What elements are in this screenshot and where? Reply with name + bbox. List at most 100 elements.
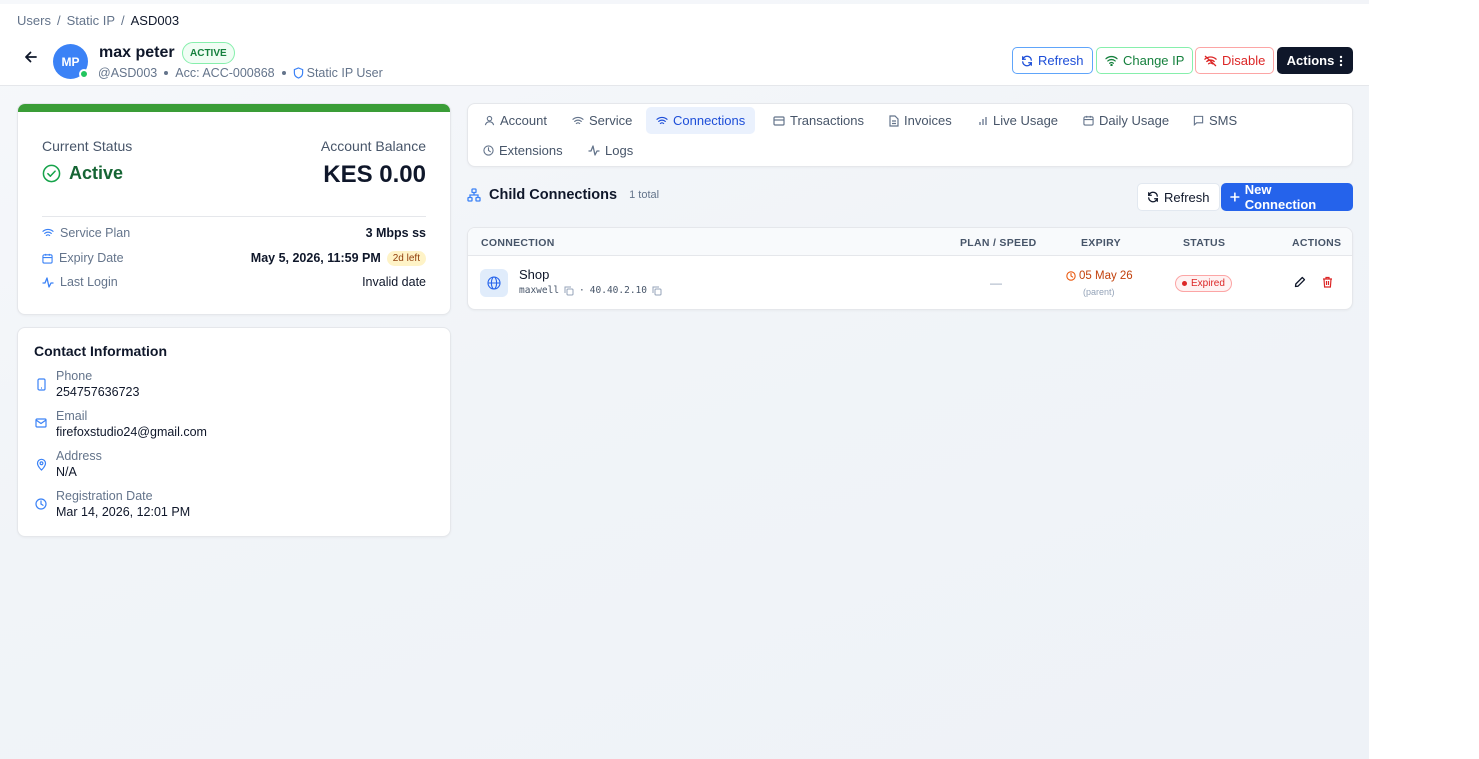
user-handle: @ASD003 [98,66,158,80]
calendar-icon [1083,115,1094,126]
connection-details: maxwell · 40.40.2.10 [519,285,662,296]
service-plan-value: 3 Mbps ss [365,226,426,240]
registration-value: Mar 14, 2026, 12:01 PM [56,505,191,519]
clock-icon [483,145,494,156]
contact-card: Contact Information Phone 254757636723 E… [17,327,451,537]
edit-icon[interactable] [1294,276,1306,288]
connections-refresh-button[interactable]: Refresh [1137,183,1220,211]
tab-connections[interactable]: Connections [646,107,756,134]
detail-separator: · [579,285,585,296]
avatar: MP [53,44,89,79]
column-connection: CONNECTION [481,237,555,249]
days-left-badge: 2d left [386,250,426,266]
actions-label: Actions [1286,53,1335,68]
column-status: STATUS [1183,237,1226,249]
tab-logs-label: Logs [605,143,634,158]
connections-table: CONNECTION PLAN / SPEED EXPIRY STATUS AC… [467,227,1353,310]
refresh-button[interactable]: Refresh [1012,47,1093,74]
status-dot [1182,281,1187,286]
copy-icon[interactable] [564,286,574,296]
expiry-date-label: Expiry Date [59,251,124,265]
more-vertical-icon [1340,55,1343,66]
breadcrumb-separator: / [121,13,125,28]
tab-extensions[interactable]: Extensions [473,137,573,164]
table-header: CONNECTION PLAN / SPEED EXPIRY STATUS AC… [468,228,1352,256]
service-plan-key: Service Plan [42,226,130,240]
tab-logs[interactable]: Logs [578,137,643,164]
back-button[interactable] [22,48,40,66]
expiry-date-key: Expiry Date [42,251,124,265]
connections-refresh-label: Refresh [1164,189,1210,205]
tab-daily-usage[interactable]: Daily Usage [1073,107,1179,134]
column-expiry: EXPIRY [1081,237,1121,249]
connection-icon [480,269,508,297]
clock-icon [35,498,47,510]
arrow-left-icon [25,51,37,63]
breadcrumb-users[interactable]: Users [17,13,51,28]
refresh-icon [1148,191,1158,203]
contact-registration: Registration Date Mar 14, 2026, 12:01 PM [34,489,190,520]
last-login-row: Last Login Invalid date [42,273,426,291]
wifi-icon [656,116,668,124]
tab-invoices[interactable]: Invoices [879,107,962,134]
connection-expiry-date: 05 May 26 [1079,270,1133,282]
connection-username: maxwell [519,285,560,296]
network-icon [467,188,481,202]
user-type: Static IP User [293,66,383,80]
avatar-initials: MP [61,54,80,69]
account-balance-value: KES 0.00 [323,161,426,188]
contact-phone: Phone 254757636723 [34,369,139,400]
disable-label: Disable [1222,53,1266,68]
refresh-label: Refresh [1038,53,1084,68]
tab-invoices-label: Invoices [904,113,952,128]
phone-label: Phone [56,369,93,383]
actions-menu-button[interactable]: Actions [1277,47,1353,74]
current-status-value: Active [69,163,124,183]
mail-icon [35,418,47,428]
contact-title: Contact Information [34,343,167,359]
tab-account[interactable]: Account [474,107,557,134]
current-status-label: Current Status [42,138,133,154]
account-number: Acc: ACC-000868 [175,66,275,80]
last-login-key: Last Login [42,275,118,289]
tab-transactions[interactable]: Transactions [763,107,874,134]
globe-icon [487,276,501,290]
wifi-icon [1105,55,1118,66]
connection-status-badge: Expired [1175,275,1232,292]
trash-icon[interactable] [1322,276,1333,288]
shield-icon [293,67,303,79]
new-connection-button[interactable]: New Connection [1221,182,1353,212]
change-ip-button[interactable]: Change IP [1096,47,1194,74]
connection-expiry-note: (parent) [1083,287,1115,297]
check-circle-icon [42,164,61,183]
breadcrumb-current: ASD003 [130,13,180,28]
copy-icon[interactable] [652,286,662,296]
service-plan-label: Service Plan [60,226,131,240]
tab-service[interactable]: Service [562,107,642,134]
meta-separator [281,71,286,75]
breadcrumb-static-ip[interactable]: Static IP [67,13,115,28]
message-icon [1193,115,1204,126]
calendar-icon [42,253,53,264]
user-status-badge: ACTIVE [182,42,235,64]
connections-count: 1 total [629,189,660,201]
account-balance-label: Account Balance [320,138,426,154]
change-ip-label: Change IP [1123,53,1185,68]
connection-expiry: 05 May 26 [1066,270,1133,282]
connection-plan: — [990,276,1002,290]
tab-service-label: Service [589,113,633,128]
tab-live-usage[interactable]: Live Usage [968,107,1068,134]
wifi-icon [42,228,54,237]
tab-sms[interactable]: SMS [1183,107,1247,134]
meta-separator [164,71,169,75]
connection-name[interactable]: Shop [519,267,549,282]
tab-extensions-label: Extensions [499,143,563,158]
breadcrumb: Users / Static IP / ASD003 [17,13,179,28]
plus-icon [1230,192,1240,202]
file-icon [889,114,899,127]
registration-label: Registration Date [56,489,153,503]
status-accent-bar [18,104,450,112]
app-root: Users / Static IP / ASD003 MP max peter … [0,0,1369,759]
tab-account-label: Account [500,113,547,128]
disable-button[interactable]: Disable [1195,47,1275,74]
